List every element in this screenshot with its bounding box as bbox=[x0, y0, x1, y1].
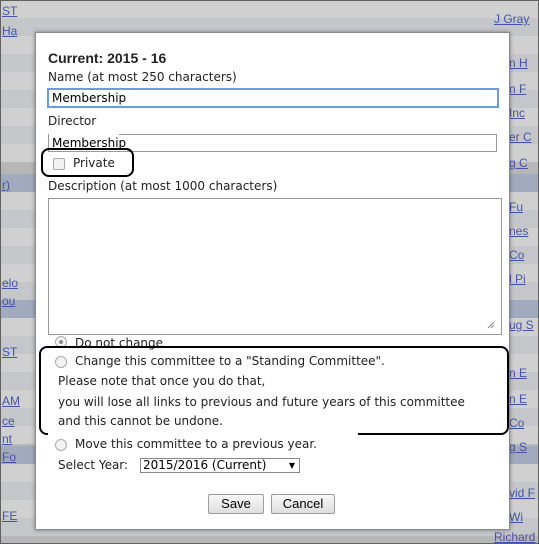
edit-committee-dialog: Current: 2015 - 16 Name (at most 250 cha… bbox=[35, 32, 510, 530]
description-textarea[interactable] bbox=[48, 198, 502, 335]
director-overlap-mask bbox=[49, 130, 119, 136]
description-label: Description (at most 1000 characters) bbox=[48, 179, 278, 193]
name-label: Name (at most 250 characters) bbox=[48, 70, 237, 84]
save-button[interactable]: Save bbox=[208, 494, 264, 514]
select-year-dropdown[interactable]: 2015/2016 (Current) ▼ bbox=[140, 458, 300, 473]
director-label: Director bbox=[48, 114, 97, 128]
move-overlap-mask bbox=[48, 432, 358, 438]
current-year-label: Current: 2015 - 16 bbox=[48, 50, 167, 66]
select-year-value: 2015/2016 (Current) bbox=[143, 458, 267, 472]
move-previous-year-label: Move this committee to a previous year. bbox=[75, 437, 317, 451]
cancel-button[interactable]: Cancel bbox=[271, 494, 335, 514]
name-input[interactable] bbox=[47, 88, 499, 108]
dropdown-arrow-icon: ▼ bbox=[288, 461, 295, 470]
resize-handle-icon[interactable] bbox=[485, 319, 495, 329]
highlight-private-box bbox=[41, 148, 134, 177]
highlight-standing-box bbox=[39, 346, 509, 435]
radio-move-previous-year[interactable] bbox=[55, 439, 67, 451]
select-year-label: Select Year: bbox=[58, 458, 129, 472]
